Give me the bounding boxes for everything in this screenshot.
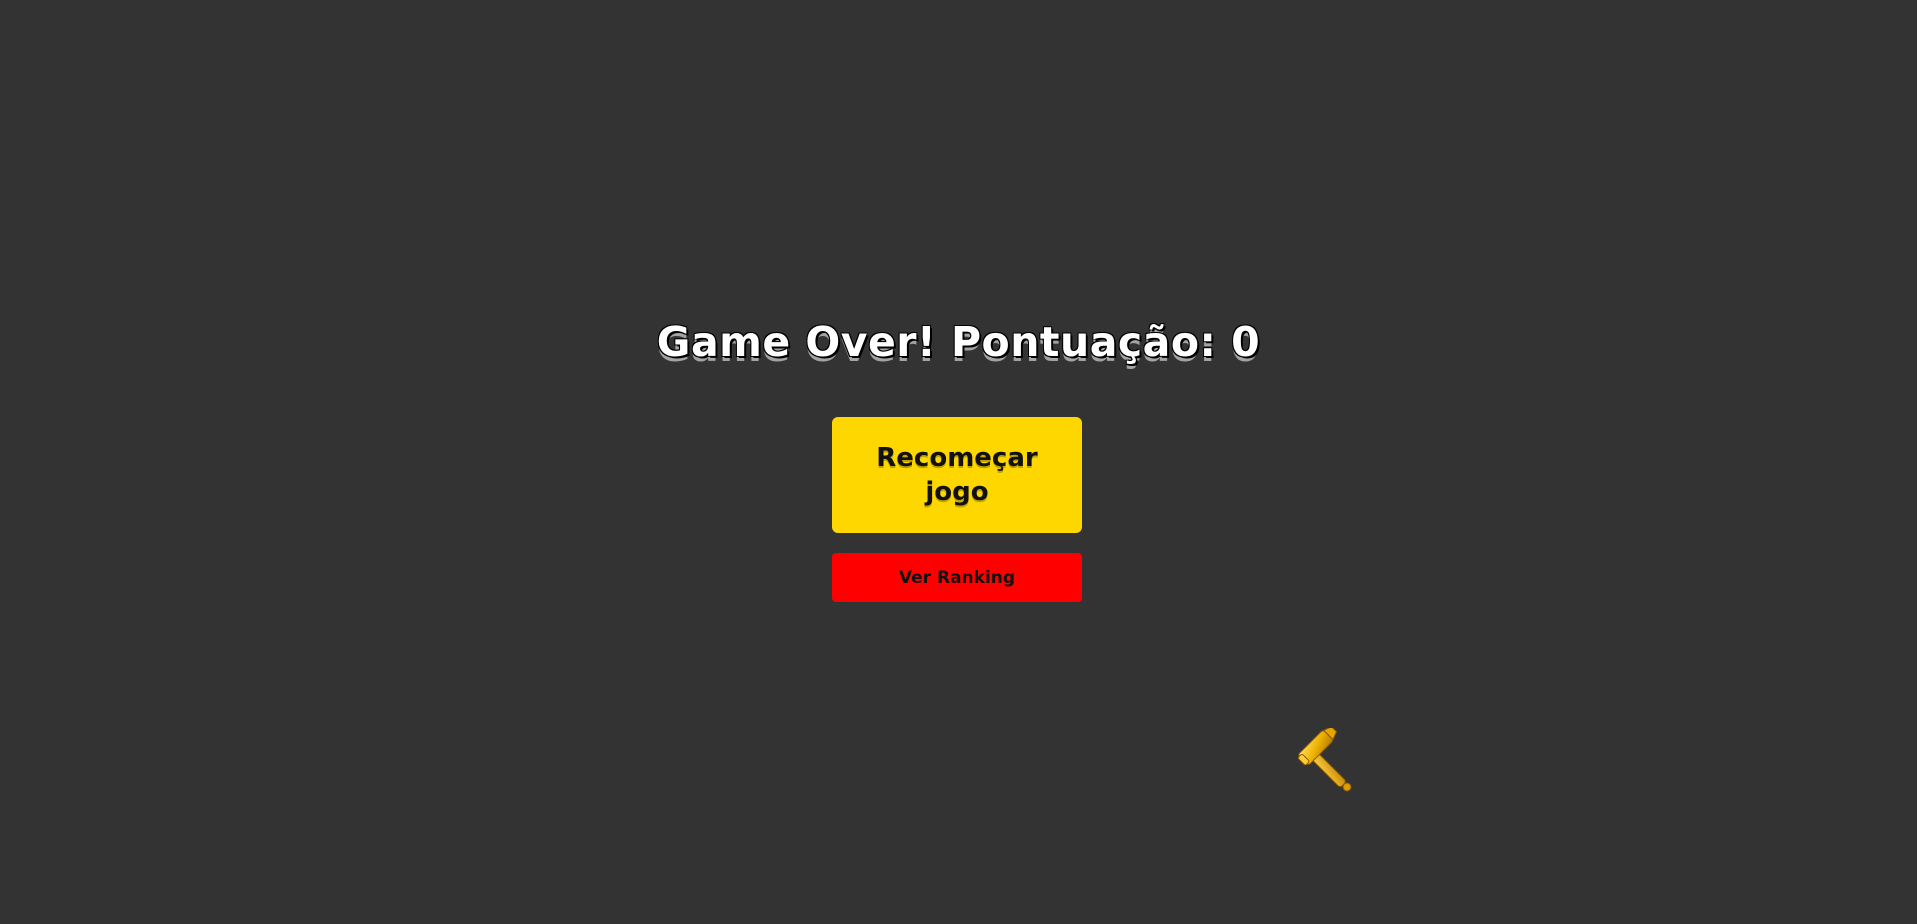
game-over-screen: Game Over! Pontuação: 0 Recomeçar jogo V… [0,0,1917,924]
hammer-icon [1292,726,1360,796]
restart-game-button[interactable]: Recomeçar jogo [832,417,1082,533]
view-ranking-button[interactable]: Ver Ranking [832,553,1082,602]
game-over-title: Game Over! Pontuação: 0 [656,318,1261,366]
